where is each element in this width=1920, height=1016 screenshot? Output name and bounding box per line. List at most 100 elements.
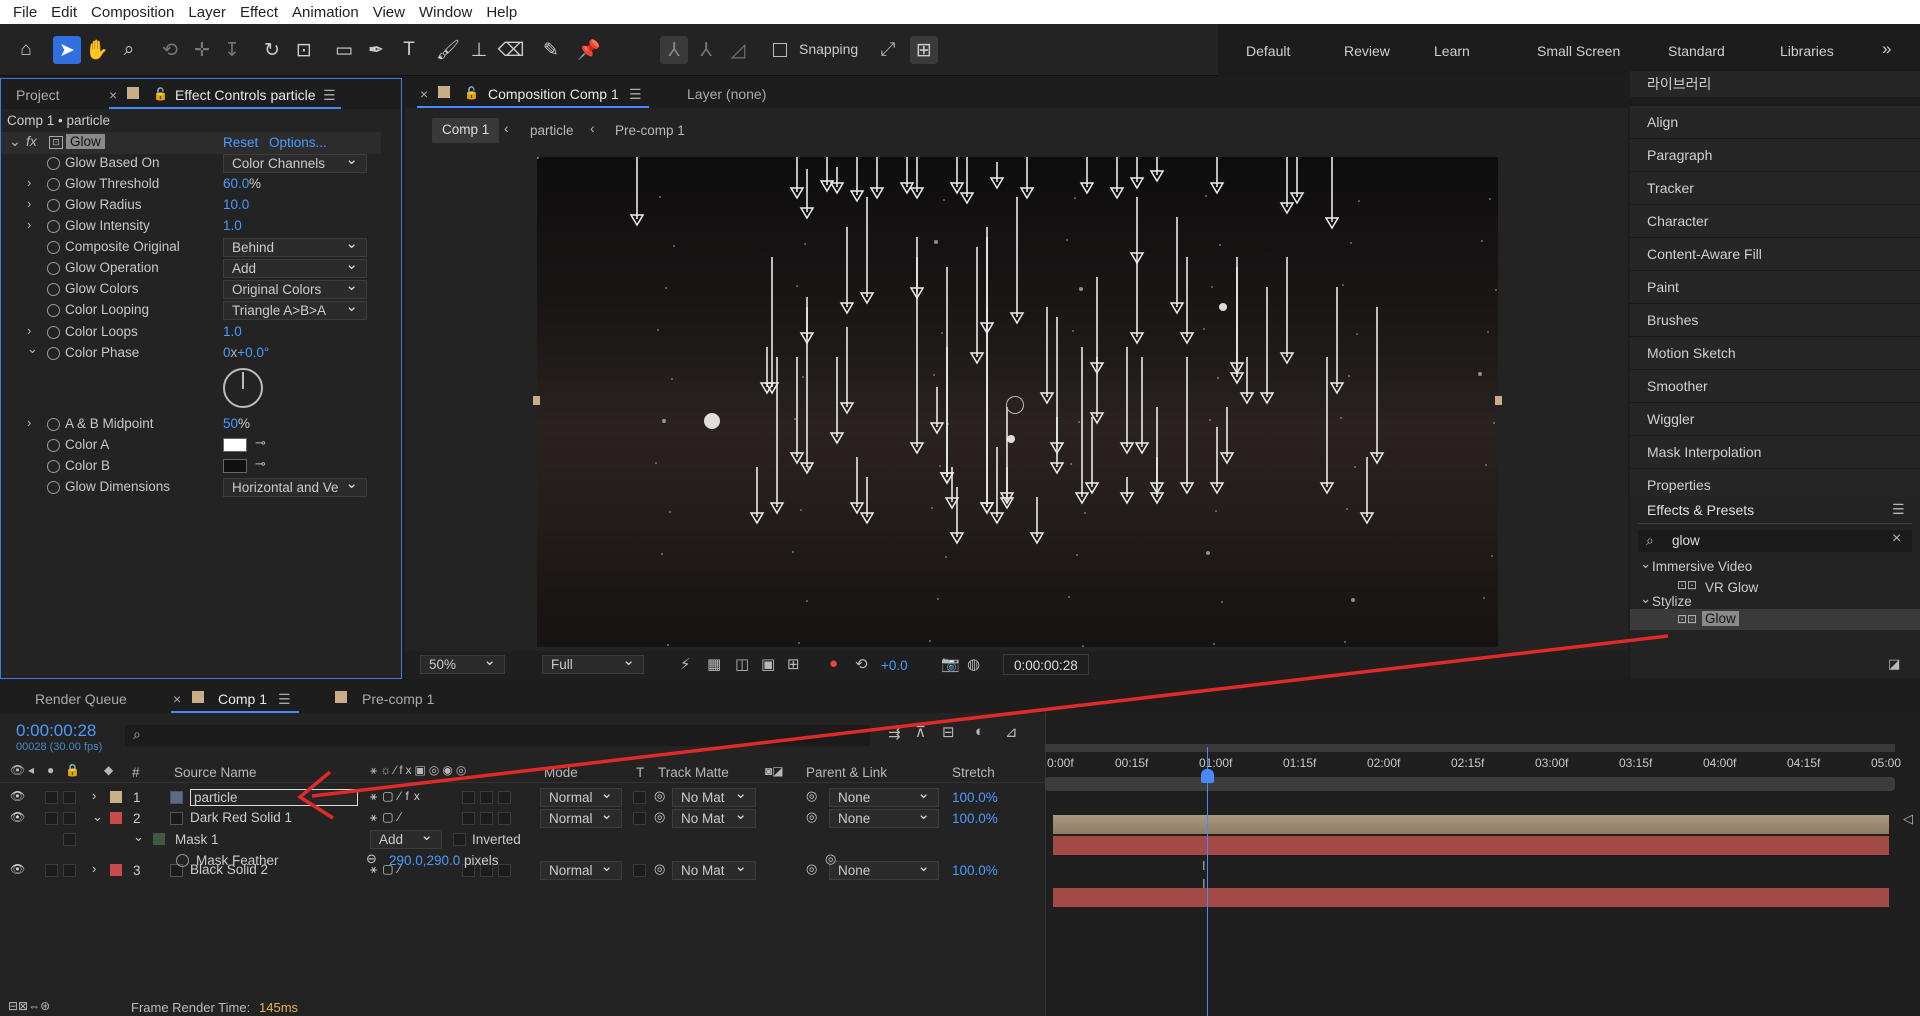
transparency-grid-icon[interactable]: ▦ [707,655,721,673]
work-area-top[interactable] [1045,744,1895,752]
twirl-closed-icon[interactable]: › [27,217,31,232]
fx-icon[interactable]: fx [26,133,37,149]
layer-handle-right[interactable] [1495,396,1502,405]
lock-icon[interactable]: 🔓 [464,86,479,100]
playhead-handle[interactable] [1201,769,1214,783]
stopwatch-icon[interactable] [47,199,60,212]
tab-render-queue[interactable]: Render Queue [35,691,127,707]
label-color-swatch[interactable] [110,812,122,824]
table-row[interactable]: 👁 ⌄ 2 Dark Red Solid 1 ⚹▢⁄ Normal ◎ No Mat ◎ None… [0,806,1045,829]
mask-feather-row[interactable]: Mask Feather ⊖ 290.0,290.0 pixels ◎ [0,850,1045,871]
pick-whip-icon[interactable]: ◎ [825,851,836,867]
menu-animation[interactable]: Animation [285,4,366,21]
comp-viewer-canvas[interactable] [537,157,1498,647]
pick-whip-icon[interactable]: ◎ [806,788,817,804]
track-matte-dropdown[interactable]: No Mat [672,806,756,828]
effects-search-input[interactable]: glow [1672,533,1700,548]
switch-box[interactable] [480,791,493,804]
twirl-closed-icon[interactable]: › [27,323,31,338]
shy-icon[interactable]: ⊟ [942,723,955,741]
mask-name[interactable]: Mask 1 [175,832,219,847]
preserve-transparency-box[interactable] [633,791,646,804]
prop-dropdown[interactable]: Triangle A>B>A [223,298,367,320]
close-icon[interactable]: × [109,87,117,103]
mode-dropdown[interactable]: Normal [540,785,622,807]
workspace-small-screen[interactable]: Small Screen [1537,43,1620,59]
frame-blending-icon[interactable]: ◐ [975,723,984,740]
prop-value[interactable]: 60.0 [223,176,249,191]
phase-revolutions[interactable]: 0 [223,345,231,360]
group-stylize[interactable]: Stylize [1652,594,1692,609]
panel-item-align[interactable]: Align [1630,105,1920,138]
stopwatch-icon[interactable] [47,304,60,317]
stopwatch-icon[interactable] [47,241,60,254]
layer-switches[interactable]: ⚹▢⁄ [370,810,406,825]
eye-icon[interactable]: 👁 [10,810,25,824]
resolution-dropdown[interactable]: Full [542,652,644,674]
zoom-tool-icon[interactable]: ⌕ [115,36,143,64]
twirl-open-icon[interactable]: ⌄ [133,829,144,845]
lock-switch[interactable] [63,812,76,825]
pen-tool-icon[interactable]: ✒ [362,36,390,64]
panel-item-libraries-ko[interactable]: 라이브러리 [1630,70,1920,97]
parent-dropdown[interactable]: None [829,785,939,807]
layer-name[interactable]: Dark Red Solid 1 [190,810,292,825]
tab-composition[interactable]: Composition Comp 1 [488,86,619,102]
effect-vr-glow[interactable]: VR Glow [1705,580,1758,595]
pick-whip-icon[interactable]: ◎ [806,809,817,825]
mode-dropdown[interactable]: Normal [540,806,622,828]
effects-search-box[interactable]: ⌕ glow × [1638,530,1912,552]
anchor-point-tool-icon[interactable]: ⊡ [290,36,318,64]
twirl-closed-icon[interactable]: › [92,788,96,803]
mask-mode-dropdown[interactable]: Add [370,827,442,849]
crumb-comp1[interactable]: Comp 1 [432,118,500,143]
col-source-name[interactable]: Source Name [174,765,257,780]
switch-box[interactable] [462,791,475,804]
menu-view[interactable]: View [366,4,412,21]
mask-color-swatch[interactable] [153,833,165,845]
snap-edges-icon[interactable]: ⤢ [874,36,902,64]
layer-bar-black-solid[interactable] [1053,888,1889,907]
stopwatch-icon[interactable] [47,157,60,170]
view-axis-icon[interactable]: ◿ [724,36,752,64]
comp-mini-flowchart-icon[interactable]: ⇶ [888,723,901,741]
panel-item-smoother[interactable]: Smoother [1630,369,1920,402]
selection-tool-icon[interactable]: ➤ [53,36,81,64]
prop-dropdown[interactable]: Original Colors [223,277,367,299]
snapshot-icon[interactable]: 📷 [941,655,960,673]
twirl-closed-icon[interactable]: ⌄ [92,809,103,825]
stopwatch-icon[interactable] [47,283,60,296]
switch-box[interactable] [462,812,475,825]
stopwatch-icon[interactable] [176,854,189,867]
tab-layer[interactable]: Layer (none) [687,86,766,102]
snapping-checkbox[interactable] [773,43,787,57]
roto-brush-tool-icon[interactable]: ✎ [537,36,565,64]
color-swatch[interactable] [223,459,247,473]
twirl-open-icon[interactable]: ⌄ [27,341,38,357]
phase-degrees[interactable]: +0.0° [237,345,269,360]
crumb-particle[interactable]: particle [530,123,574,138]
panel-item-wiggler[interactable]: Wiggler [1630,402,1920,435]
prop-value[interactable]: 10.0 [223,197,249,212]
menu-file[interactable]: File [6,4,44,21]
timeline-timecode[interactable]: 0:00:00:28 [16,721,96,741]
twirl-closed-icon[interactable]: › [27,175,31,190]
mask-feather-value[interactable]: 290.0,290.0 [389,853,460,868]
show-snapshot-icon[interactable]: ◍ [967,655,980,673]
prop-dropdown[interactable]: Color Channels [223,151,367,173]
stopwatch-icon[interactable] [47,262,60,275]
solo-switch[interactable] [45,791,58,804]
workspace-learn[interactable]: Learn [1434,43,1470,59]
tab-precomp1[interactable]: Pre-comp 1 [362,691,434,707]
lock-switch[interactable] [63,833,76,846]
stretch-value[interactable]: 100.0% [952,811,998,826]
layer-bar-particle[interactable] [1053,815,1889,834]
channel-icon[interactable]: ● [829,655,838,672]
options-button[interactable]: Options... [269,135,327,150]
orbit-camera-icon[interactable]: ⟲ [156,36,184,64]
snap-features-icon[interactable]: ⊞ [910,36,938,64]
effect-name[interactable]: Glow [66,134,105,149]
stopwatch-icon[interactable] [47,347,60,360]
stretch-value[interactable]: 100.0% [952,790,998,805]
brush-tool-icon[interactable]: 🖌 [434,36,462,64]
